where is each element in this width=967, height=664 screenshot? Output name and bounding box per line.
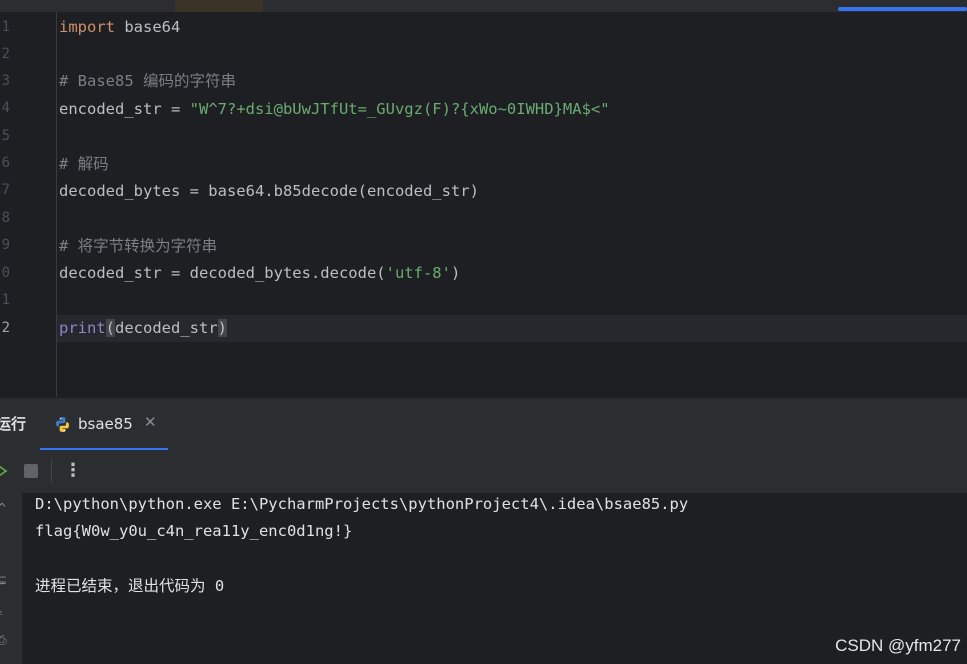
line-number: 0: [1, 265, 10, 281]
rerun-icon[interactable]: [0, 462, 8, 480]
run-tool-window: 运行 bsae85 ✕ ⋮ ^ ⊊ ⎙ D:\python\python.exe…: [0, 397, 967, 664]
more-options-icon[interactable]: ⋮: [64, 459, 82, 483]
watermark: CSDN @yfm277: [835, 636, 961, 655]
string-literal: 'utf-8': [385, 264, 451, 282]
string-literal: "W^7?+dsi@bUwJTfUt=_GUvgz(F)?{xWo~0IWHD}…: [189, 100, 610, 118]
code-editor[interactable]: 1 2 3 4 5 6 7 8 9 0 1 2 import base64 # …: [0, 0, 967, 397]
console-command-line: D:\python\python.exe E:\PycharmProjects\…: [35, 495, 689, 513]
progress-indicator: [838, 7, 967, 11]
run-tab-label: bsae85: [78, 415, 133, 433]
code-line-6: # 解码: [59, 155, 109, 173]
line-number: 1: [1, 19, 10, 35]
run-tab-bsae85[interactable]: bsae85 ✕: [40, 398, 168, 450]
line-number-current: 2: [1, 320, 10, 336]
toolbar-divider: [51, 459, 52, 483]
close-icon[interactable]: ✕: [144, 413, 157, 431]
console-side-toolbar: ^ ⊊ ⤓ ⎙: [0, 493, 23, 664]
gutter-separator: [56, 12, 57, 397]
scroll-to-end-icon[interactable]: ⤓: [0, 603, 9, 617]
line-number: 9: [1, 237, 10, 253]
line-number: 7: [1, 182, 10, 198]
builtin-function: print: [59, 319, 106, 337]
line-number: 8: [1, 210, 10, 226]
run-header: 运行 bsae85 ✕: [0, 397, 967, 450]
scroll-up-icon[interactable]: ^: [0, 501, 9, 515]
code-line-10: decoded_str = decoded_bytes.decode('utf-…: [59, 260, 460, 287]
code-line-4: encoded_str = "W^7?+dsi@bUwJTfUt=_GUvgz(…: [59, 96, 610, 123]
editor-tab[interactable]: [175, 0, 263, 12]
line-number: 4: [1, 100, 10, 116]
matched-paren: (: [105, 319, 116, 337]
code-text: encoded_str =: [59, 100, 190, 118]
run-panel-title: 运行: [0, 415, 27, 433]
console-output-line: flag{W0w_y0u_c4n_rea11y_enc0d1ng!}: [35, 522, 353, 540]
code-text: ): [450, 264, 461, 282]
code-text: base64: [115, 18, 181, 36]
line-number: 2: [1, 46, 10, 62]
code-line-12: print(decoded_str): [59, 315, 228, 342]
stop-icon[interactable]: [24, 464, 38, 478]
soft-wrap-icon[interactable]: ⊊: [0, 573, 9, 587]
keyword: import: [59, 18, 115, 36]
python-icon: [56, 417, 69, 432]
code-line-7: decoded_bytes = base64.b85decode(encoded…: [59, 182, 479, 200]
run-toolbar: ⋮: [0, 449, 967, 494]
line-number-gutter: 1 2 3 4 5 6 7 8 9 0 1 2: [0, 12, 56, 397]
ide-window: 1 2 3 4 5 6 7 8 9 0 1 2 import base64 # …: [0, 0, 967, 664]
code-line-9: # 将字节转换为字符串: [59, 237, 218, 255]
code-text: decoded_str = decoded_bytes.decode(: [59, 264, 386, 282]
editor-tab-strip: [0, 0, 967, 12]
console-output[interactable]: D:\python\python.exe E:\PycharmProjects\…: [23, 493, 967, 664]
line-number: 3: [1, 73, 10, 89]
code-line-3: # Base85 编码的字符串: [59, 72, 236, 90]
code-line-1: import base64: [59, 14, 180, 41]
console-exit-line: 进程已结束，退出代码为 0: [35, 577, 225, 595]
code-text: decoded_str: [115, 319, 218, 337]
print-icon[interactable]: ⎙: [0, 633, 9, 647]
line-number: 6: [1, 155, 10, 171]
matched-paren: ): [217, 319, 228, 337]
line-number: 5: [1, 128, 10, 144]
line-number: 1: [1, 292, 10, 308]
